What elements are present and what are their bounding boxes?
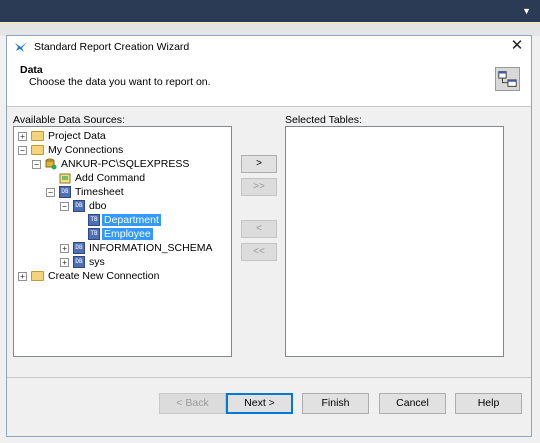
remove-table-button[interactable]: < — [241, 220, 277, 238]
background-window-bar: ▼ — [0, 0, 540, 22]
step-subtitle: Choose the data you want to report on. — [29, 76, 211, 88]
expand-icon[interactable]: + — [60, 243, 69, 253]
add-all-tables-button[interactable]: >> — [241, 178, 277, 196]
footer-separator — [7, 377, 531, 378]
tree-node-server[interactable]: − ANKUR-PC\SQLEXPRESS — [32, 157, 191, 171]
tree-node-dbo[interactable]: − DB dbo — [60, 199, 109, 213]
tree-node-label: Employee — [102, 228, 153, 240]
report-wizard-dialog: Standard Report Creation Wizard ✕ Data C… — [6, 35, 532, 437]
tree-node-information-schema[interactable]: + DB INFORMATION_SCHEMA — [60, 241, 214, 255]
tree-node-my-connections[interactable]: − My Connections — [18, 143, 125, 157]
command-icon — [59, 173, 71, 184]
dialog-titlebar: Standard Report Creation Wizard ✕ — [7, 36, 531, 58]
folder-open-icon — [31, 145, 44, 155]
tree-node-department[interactable]: TB Department — [88, 213, 161, 227]
schema-icon: DB — [73, 242, 85, 254]
tree-node-label: Department — [102, 214, 161, 226]
server-icon — [45, 158, 57, 170]
table-icon: TB — [88, 228, 100, 240]
available-sources-tree[interactable]: + Project Data − My Connections − ANKUR-… — [13, 126, 232, 357]
back-button[interactable]: < Back — [159, 393, 226, 414]
crystal-reports-icon — [15, 42, 27, 52]
selected-tables-label: Selected Tables: — [285, 114, 362, 126]
tree-node-label: sys — [89, 256, 105, 268]
help-button[interactable]: Help — [455, 393, 522, 414]
tree-node-project-data[interactable]: + Project Data — [18, 129, 108, 143]
remove-all-tables-button[interactable]: << — [241, 243, 277, 261]
tree-node-label: My Connections — [48, 144, 124, 156]
tree-node-employee[interactable]: TB Employee — [88, 227, 153, 241]
tree-node-create-new-connection[interactable]: + Create New Connection — [18, 269, 161, 283]
collapse-icon[interactable]: − — [60, 201, 69, 211]
available-sources-label: Available Data Sources: — [13, 114, 125, 126]
next-button[interactable]: Next > — [226, 393, 293, 414]
expand-icon[interactable]: + — [18, 271, 27, 281]
selected-tables-list[interactable] — [285, 126, 504, 357]
folder-icon — [31, 271, 44, 281]
step-title: Data — [20, 64, 43, 76]
tree-node-label: INFORMATION_SCHEMA — [89, 242, 213, 254]
expand-icon[interactable]: + — [18, 131, 27, 141]
collapse-icon[interactable]: − — [18, 145, 27, 155]
wizard-header: Data Choose the data you want to report … — [7, 58, 531, 107]
collapse-icon[interactable]: − — [32, 159, 41, 169]
schema-icon: DB — [73, 200, 85, 212]
folder-icon — [31, 131, 44, 141]
dropdown-arrow-icon[interactable]: ▼ — [522, 6, 531, 16]
expand-icon[interactable]: + — [60, 257, 69, 267]
tree-node-sys[interactable]: + DB sys — [60, 255, 107, 269]
tree-node-label: Project Data — [48, 130, 106, 142]
cancel-button[interactable]: Cancel — [379, 393, 446, 414]
table-icon: TB — [88, 214, 100, 226]
tree-node-timesheet[interactable]: − DB Timesheet — [46, 185, 126, 199]
finish-button[interactable]: Finish — [302, 393, 369, 414]
tree-node-label: Create New Connection — [48, 270, 160, 282]
schema-icon: DB — [73, 256, 85, 268]
tree-node-label: dbo — [89, 200, 107, 212]
tree-node-label: Timesheet — [75, 186, 124, 198]
dialog-title: Standard Report Creation Wizard — [34, 41, 190, 53]
data-tables-icon — [495, 67, 520, 91]
collapse-icon[interactable]: − — [46, 187, 55, 197]
database-icon: DB — [59, 186, 71, 198]
tree-node-label: ANKUR-PC\SQLEXPRESS — [61, 158, 190, 170]
tree-node-add-command[interactable]: Add Command — [59, 171, 147, 185]
tree-node-label: Add Command — [75, 172, 146, 184]
background-window-strip — [0, 22, 540, 36]
add-table-button[interactable]: > — [241, 155, 277, 173]
close-icon[interactable]: ✕ — [509, 38, 525, 54]
